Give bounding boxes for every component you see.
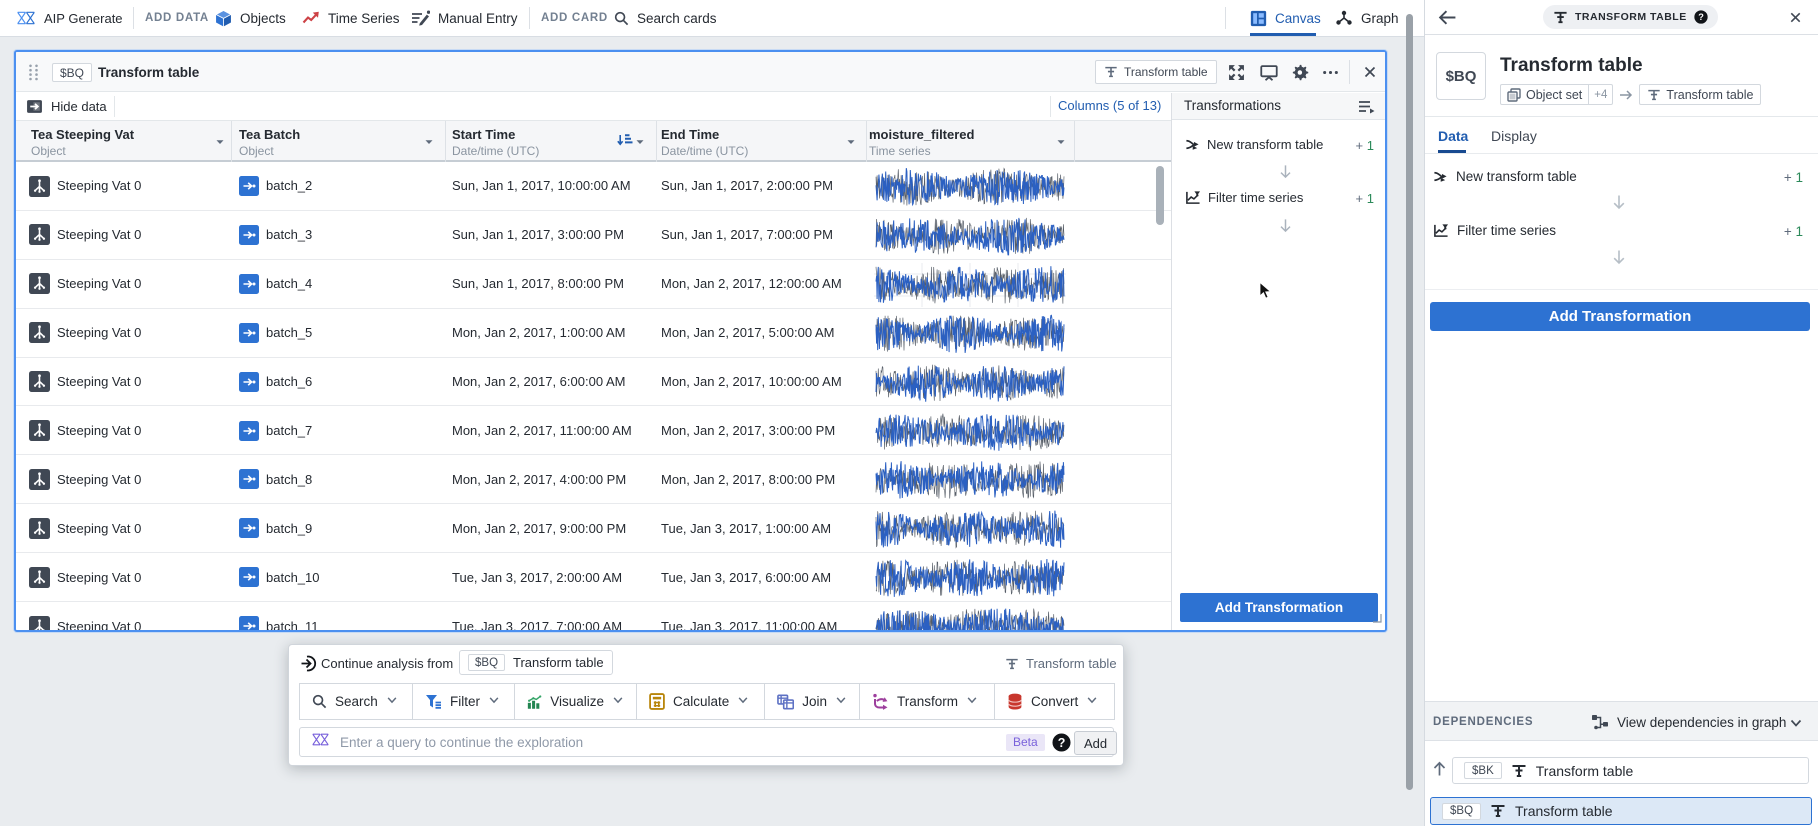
svg-text:?: ? bbox=[1698, 12, 1704, 22]
svg-text:?: ? bbox=[1058, 736, 1066, 750]
